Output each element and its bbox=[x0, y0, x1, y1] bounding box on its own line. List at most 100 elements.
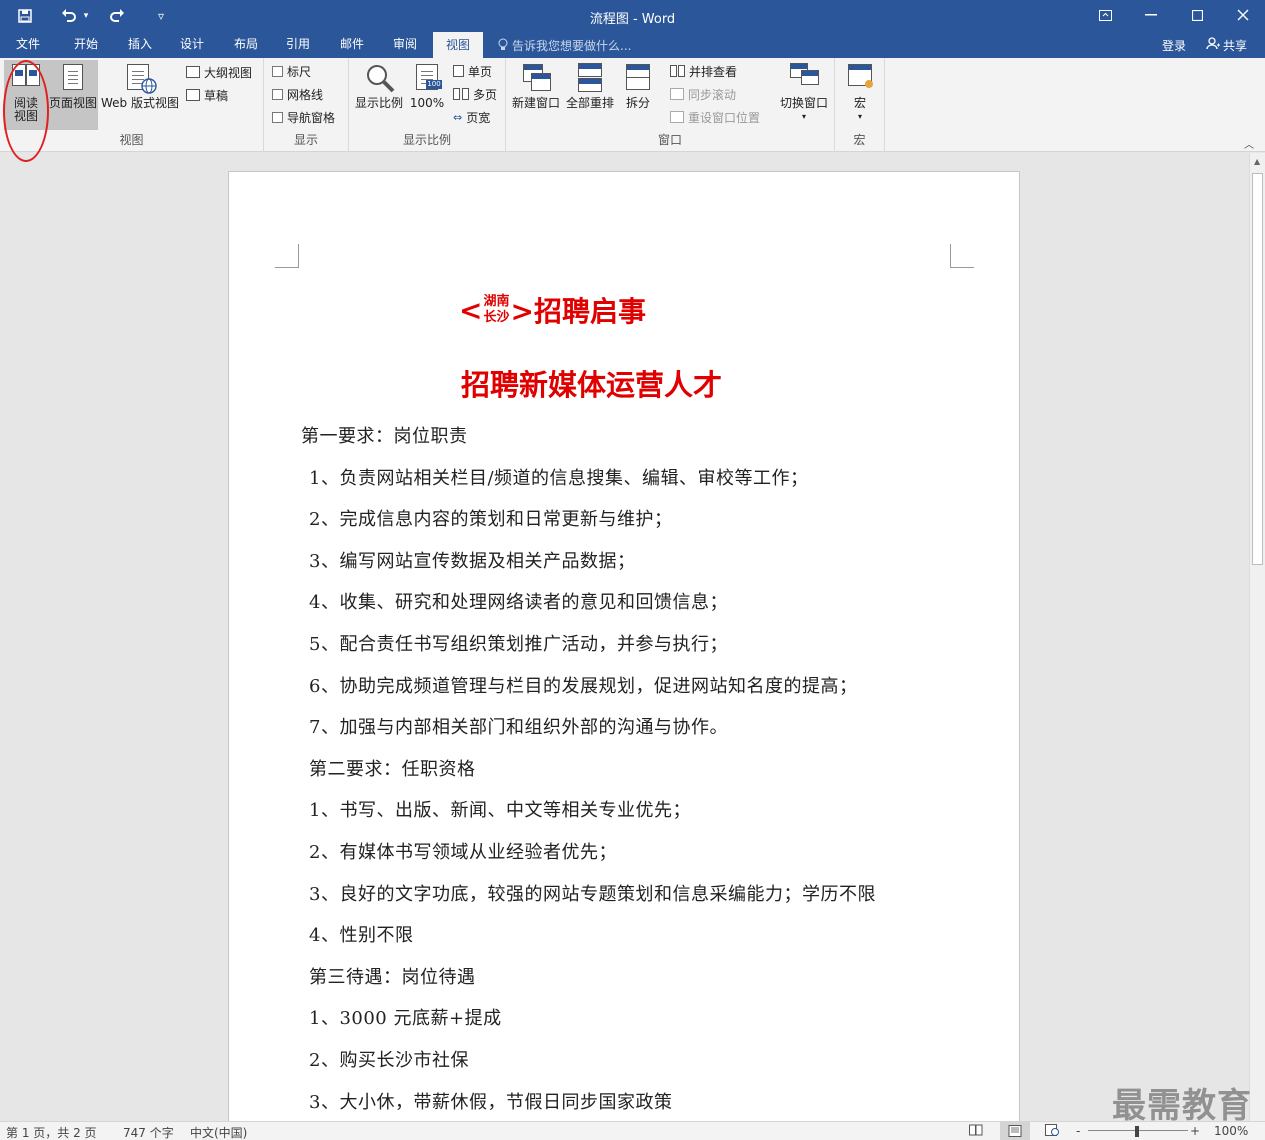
macros-label: 宏 bbox=[853, 96, 866, 110]
one-page-icon bbox=[453, 65, 464, 77]
tab-design[interactable]: 设计 bbox=[168, 32, 216, 58]
synchronous-scrolling-button[interactable]: 同步滚动 bbox=[670, 84, 736, 104]
ruler-label: 标尺 bbox=[287, 64, 312, 79]
annotation-circle bbox=[3, 60, 49, 162]
sync-scroll-label: 同步滚动 bbox=[688, 87, 737, 102]
group-zoom-label: 显示比例 bbox=[402, 133, 451, 147]
margin-corner-top-right bbox=[950, 244, 974, 268]
title-prefix: < bbox=[459, 293, 483, 327]
draft-icon bbox=[186, 89, 200, 101]
macros-button[interactable]: 宏 ▾ bbox=[839, 60, 881, 123]
tab-mailings[interactable]: 邮件 bbox=[328, 32, 376, 58]
view-side-by-side-button[interactable]: 并排查看 bbox=[670, 61, 737, 81]
doc-line: 5、配合责任书写组织策划推广活动，并参与执行； bbox=[309, 634, 728, 655]
title-two-lines: 湖南 长沙 bbox=[483, 294, 509, 326]
share-button[interactable]: 共享 bbox=[1200, 35, 1253, 55]
sync-scroll-icon bbox=[670, 88, 684, 100]
tab-review[interactable]: 审阅 bbox=[381, 32, 429, 58]
doc-line: 4、收集、研究和处理网络读者的意见和回馈信息； bbox=[309, 592, 728, 613]
multiple-pages-button[interactable]: 多页 bbox=[453, 84, 497, 104]
tab-insert[interactable]: 插入 bbox=[116, 32, 164, 58]
vertical-scrollbar[interactable]: ▲ bbox=[1249, 153, 1265, 1121]
split-button[interactable]: 拆分 bbox=[618, 60, 658, 110]
reset-position-label: 重设窗口位置 bbox=[688, 110, 761, 125]
group-show: 标尺 网格线 导航窗格 显示 bbox=[264, 58, 349, 152]
new-window-icon bbox=[521, 60, 551, 94]
doc-line: 第二要求：任职资格 bbox=[309, 759, 476, 780]
page-width-label: 页宽 bbox=[466, 110, 491, 125]
arrange-all-button[interactable]: 全部重排 bbox=[564, 60, 616, 110]
tab-home[interactable]: 开始 bbox=[62, 32, 110, 58]
switch-windows-button[interactable]: 切换窗口 ▾ bbox=[774, 60, 834, 123]
page-count[interactable]: 第 1 页，共 2 页 bbox=[6, 1124, 97, 1140]
minimize-icon[interactable] bbox=[1128, 0, 1174, 30]
scroll-up-icon[interactable]: ▲ bbox=[1254, 157, 1260, 166]
gridlines-check-icon bbox=[272, 88, 283, 100]
zoom-100-button[interactable]: 100 100% bbox=[407, 60, 447, 110]
group-show-label: 显示 bbox=[293, 133, 318, 147]
doc-line: 7、加强与内部相关部门和组织外部的沟通与协作。 bbox=[309, 717, 728, 738]
navigation-pane-checkbox[interactable]: 导航窗格 bbox=[272, 107, 335, 127]
doc-line: 1、书写、出版、新闻、中文等相关专业优先； bbox=[309, 800, 691, 821]
word-count[interactable]: 747 个字 bbox=[123, 1124, 174, 1140]
title-bottom-text: 长沙 bbox=[483, 310, 510, 325]
doc-line: 3、编写网站宣传数据及相关产品数据； bbox=[309, 551, 636, 572]
group-macros-label: 宏 bbox=[853, 133, 866, 147]
group-macros: 宏 ▾ 宏 bbox=[835, 58, 885, 152]
tab-references[interactable]: 引用 bbox=[274, 32, 322, 58]
zoom-slider-thumb[interactable] bbox=[1135, 1126, 1139, 1137]
gridlines-label: 网格线 bbox=[287, 87, 324, 102]
maximize-icon[interactable] bbox=[1174, 0, 1220, 30]
draft-button[interactable]: 草稿 bbox=[186, 85, 228, 105]
zoom-100-label: 100% bbox=[409, 96, 445, 110]
reset-position-icon bbox=[670, 111, 684, 123]
print-layout-status-icon[interactable] bbox=[1000, 1122, 1030, 1140]
reset-window-position-button[interactable]: 重设窗口位置 bbox=[670, 107, 760, 127]
one-page-button[interactable]: 单页 bbox=[453, 61, 492, 81]
doc-line: 1、负责网站相关栏目/频道的信息搜集、编辑、审校等工作； bbox=[309, 468, 809, 489]
ruler-checkbox[interactable]: 标尺 bbox=[272, 61, 311, 81]
read-mode-status-icon[interactable] bbox=[969, 1124, 983, 1139]
collapse-ribbon-icon[interactable]: ︿ bbox=[1244, 136, 1254, 151]
macros-dropdown-icon: ▾ bbox=[857, 112, 862, 121]
group-window: 新建窗口 全部重排 拆分 并排查看 同步滚动 重设窗口位置 切换窗口 ▾ 窗口 bbox=[506, 58, 835, 152]
split-label: 拆分 bbox=[625, 96, 650, 110]
language-indicator[interactable]: 中文(中国) bbox=[190, 1124, 247, 1140]
doc-line: 2、购买长沙市社保 bbox=[309, 1050, 469, 1071]
doc-line: 3、大小休，带薪休假，节假日同步国家政策 bbox=[309, 1092, 673, 1113]
doc-line: 2、完成信息内容的策划和日常更新与维护； bbox=[309, 509, 673, 530]
share-label: 共享 bbox=[1223, 38, 1248, 53]
tab-layout[interactable]: 布局 bbox=[222, 32, 270, 58]
document-area[interactable]: < 湖南 长沙 >招聘启事 招聘新媒体运营人才 第一要求：岗位职责 1、负责网站… bbox=[0, 153, 1249, 1121]
group-zoom: 显示比例 100 100% 单页 多页 ⇔ 页宽 显示比例 bbox=[349, 58, 506, 152]
web-layout-status-icon[interactable] bbox=[1045, 1124, 1059, 1139]
print-layout-label: 页面视图 bbox=[48, 96, 97, 110]
tab-file[interactable]: 文件 bbox=[4, 32, 52, 58]
doc-line: 2、有媒体书写领域从业经验者优先； bbox=[309, 842, 617, 863]
arrange-all-icon bbox=[575, 60, 605, 94]
ribbon-display-options-icon[interactable] bbox=[1082, 0, 1128, 30]
document-page[interactable]: < 湖南 长沙 >招聘启事 招聘新媒体运营人才 第一要求：岗位职责 1、负责网站… bbox=[228, 171, 1020, 1121]
lightbulb-icon bbox=[498, 38, 508, 54]
tell-me-box[interactable]: 告诉我您想要做什么... bbox=[498, 37, 631, 54]
group-window-label: 窗口 bbox=[657, 133, 682, 147]
doc-line: 1、3000 元底薪+提成 bbox=[309, 1008, 502, 1029]
document-subtitle: 招聘新媒体运营人才 bbox=[461, 368, 723, 402]
scroll-thumb[interactable] bbox=[1252, 173, 1263, 565]
title-top-text: 湖南 bbox=[483, 294, 510, 309]
print-layout-button[interactable]: 页面视图 bbox=[48, 60, 98, 130]
new-window-button[interactable]: 新建窗口 bbox=[510, 60, 562, 110]
outline-button[interactable]: 大纲视图 bbox=[186, 62, 252, 82]
gridlines-checkbox[interactable]: 网格线 bbox=[272, 84, 323, 104]
zoom-button[interactable]: 显示比例 bbox=[353, 60, 405, 110]
tab-view[interactable]: 视图 bbox=[433, 32, 483, 58]
doc-line: 第一要求：岗位职责 bbox=[301, 426, 468, 447]
zoom-out-icon[interactable]: - bbox=[1076, 1124, 1080, 1138]
page-width-button[interactable]: ⇔ 页宽 bbox=[453, 107, 490, 127]
navpane-label: 导航窗格 bbox=[287, 110, 336, 125]
web-layout-button[interactable]: Web 版式视图 bbox=[100, 60, 180, 110]
doc-line: 6、协助完成频道管理与栏目的发展规划，促进网站知名度的提高； bbox=[309, 676, 858, 697]
close-icon[interactable] bbox=[1220, 0, 1265, 30]
sign-in-link[interactable]: 登录 bbox=[1162, 37, 1186, 54]
print-layout-icon bbox=[58, 60, 88, 94]
